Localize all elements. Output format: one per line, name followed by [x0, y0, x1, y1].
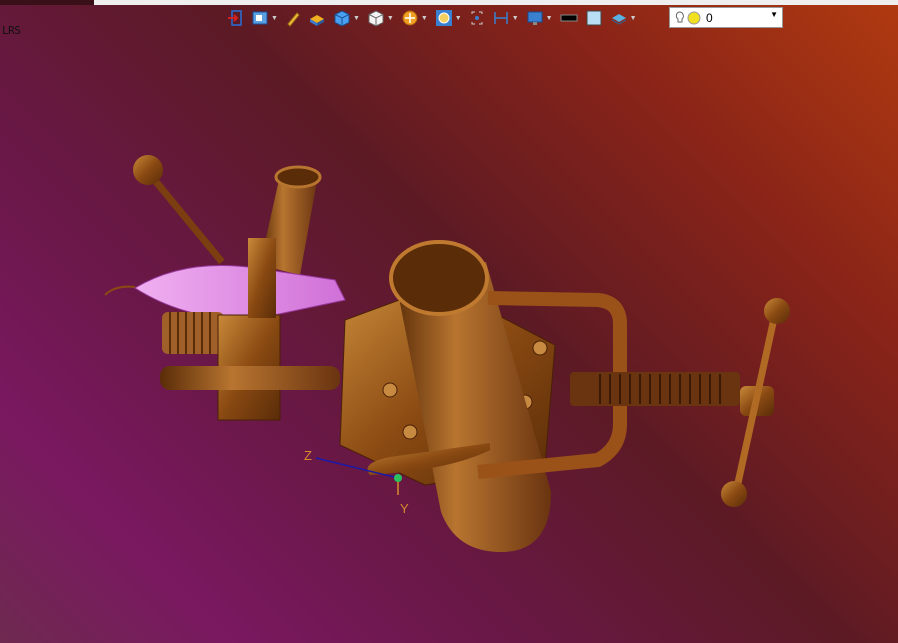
- torch-flame: [104, 265, 346, 320]
- threaded-screw: [570, 372, 774, 416]
- axis-z-label: Z: [304, 448, 312, 463]
- spring: [162, 312, 224, 354]
- axis-y-label: Y: [400, 501, 409, 516]
- rear-lever: [133, 155, 225, 265]
- 3d-viewport[interactable]: Z Y: [0, 0, 898, 643]
